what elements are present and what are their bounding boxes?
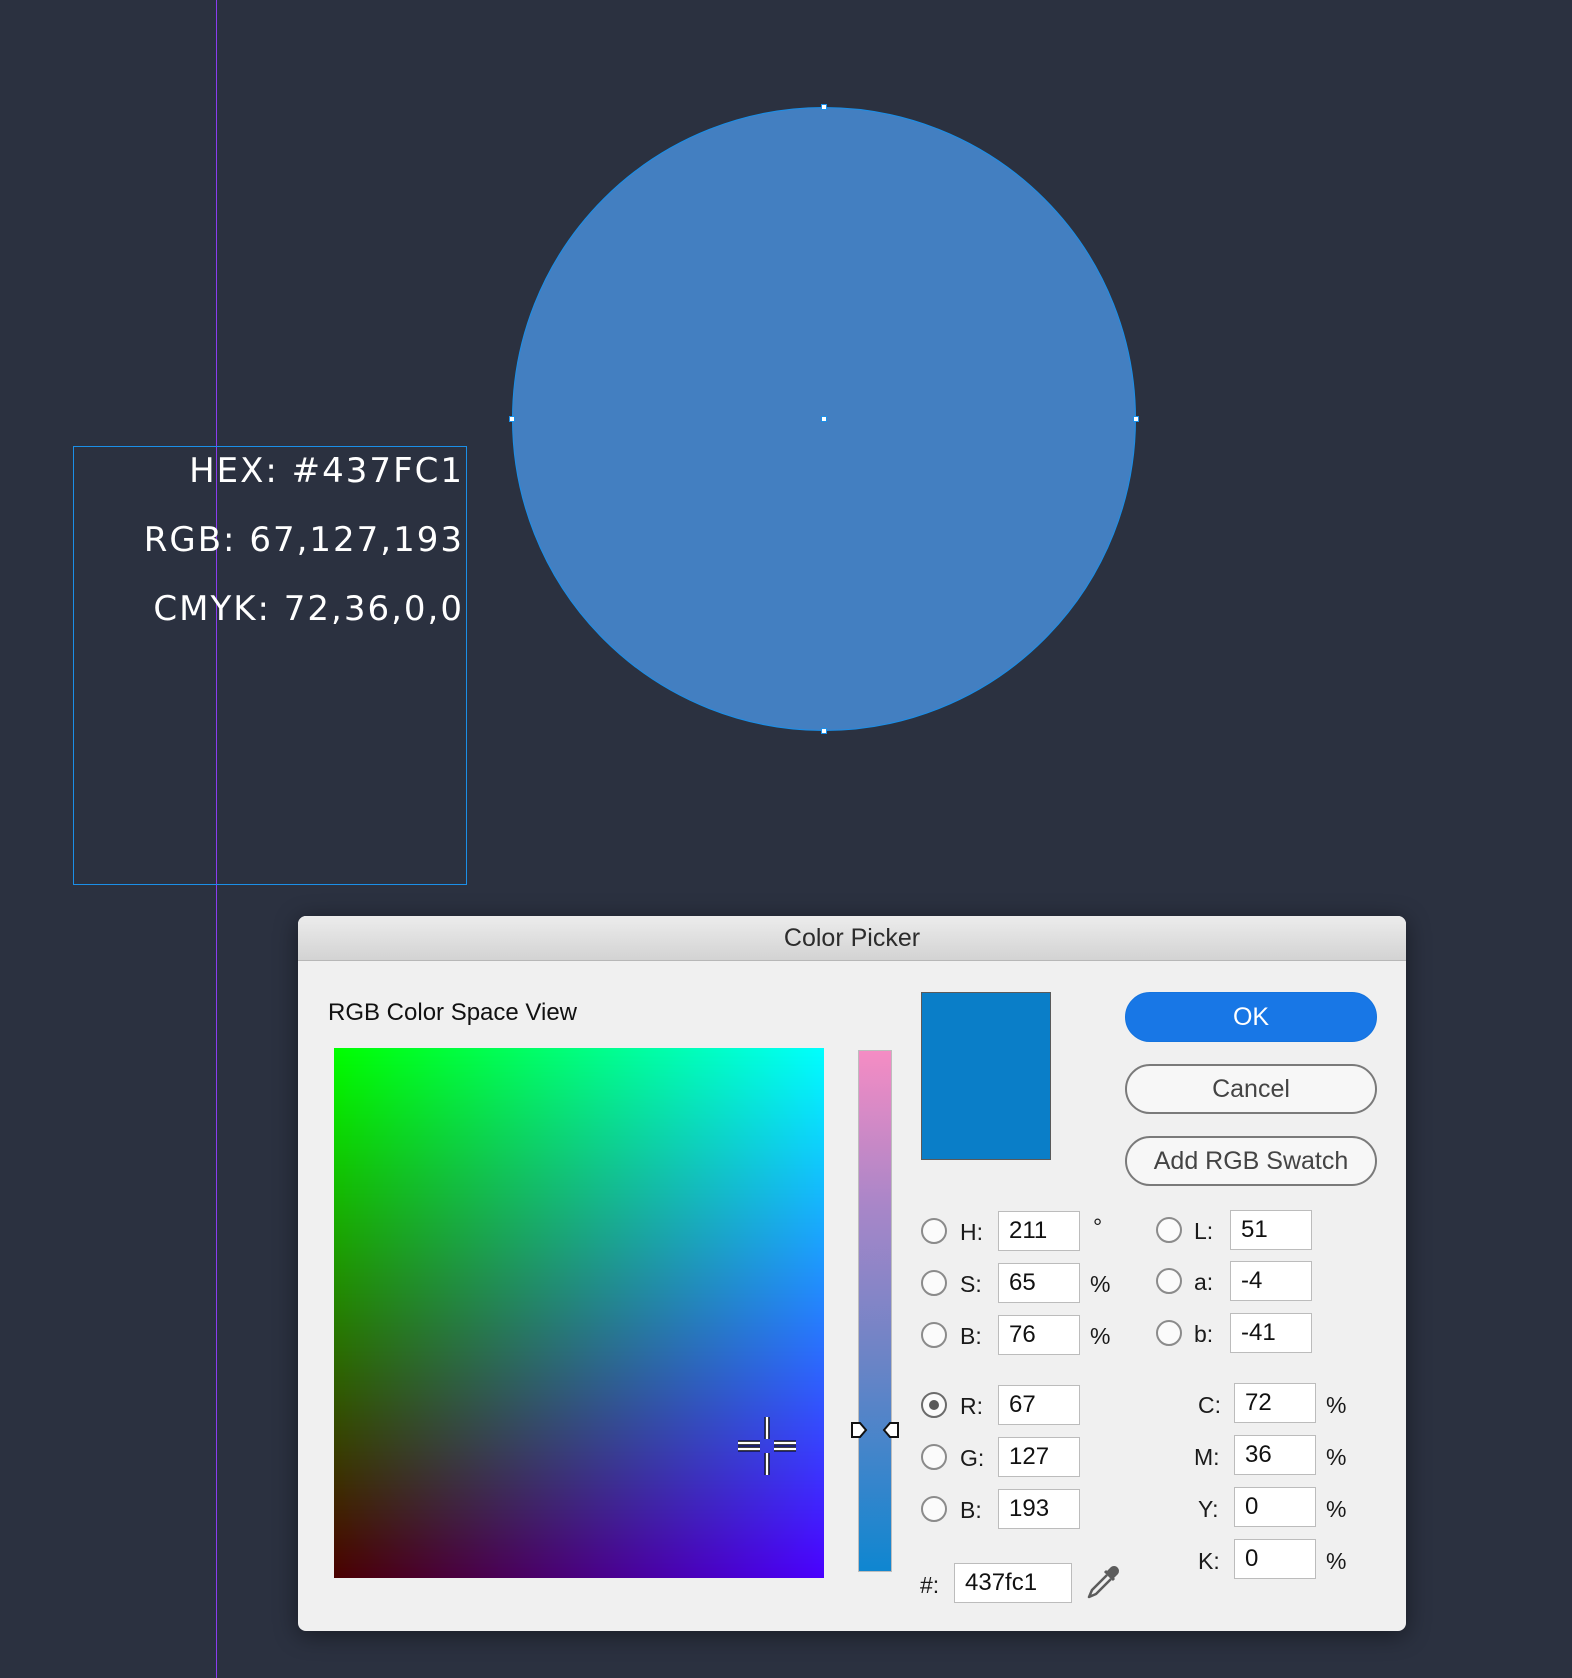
cancel-button[interactable]: Cancel [1125, 1064, 1377, 1114]
color-field[interactable] [334, 1048, 824, 1578]
label-lab-b: b: [1194, 1321, 1214, 1347]
color-slider[interactable] [858, 1050, 892, 1572]
input-r[interactable]: 67 [998, 1385, 1080, 1425]
slider-right-marker-icon[interactable] [882, 1421, 900, 1439]
input-h[interactable]: 211 [998, 1211, 1080, 1251]
radio-rgb-b[interactable] [921, 1496, 947, 1522]
input-rgb-b[interactable]: 193 [998, 1489, 1080, 1529]
unit-percent-m: % [1326, 1444, 1347, 1470]
radio-lab-b[interactable] [1156, 1320, 1182, 1346]
crosshair-icon [738, 1417, 796, 1475]
color-space-view-label: RGB Color Space View [328, 999, 577, 1026]
add-rgb-swatch-button[interactable]: Add RGB Swatch [1125, 1136, 1377, 1186]
radio-l[interactable] [1156, 1217, 1182, 1243]
radio-r[interactable] [921, 1392, 947, 1418]
anchor-center [821, 416, 827, 422]
label-hsb-b: B: [960, 1323, 982, 1349]
radio-h[interactable] [921, 1218, 947, 1244]
input-m[interactable]: 36 [1234, 1435, 1316, 1475]
unit-percent-b: % [1090, 1323, 1111, 1349]
hex-info-text[interactable]: HEX: #437FC1 [189, 454, 464, 488]
input-a[interactable]: -4 [1230, 1261, 1312, 1301]
color-picker-dialog: Color Picker RGB Color Space View OK Can… [298, 916, 1406, 1631]
label-y: Y: [1198, 1496, 1219, 1522]
radio-g[interactable] [921, 1444, 947, 1470]
text-frame[interactable]: HEX: #437FC1 RGB: 67,127,193 CMYK: 72,36… [73, 446, 467, 885]
unit-percent-c: % [1326, 1392, 1347, 1418]
rgb-info-text[interactable]: RGB: 67,127,193 [144, 523, 464, 557]
label-hex: #: [920, 1572, 940, 1598]
eyedropper-icon[interactable] [1083, 1563, 1123, 1603]
input-hex[interactable]: 437fc1 [954, 1563, 1072, 1603]
label-c: C: [1198, 1392, 1221, 1418]
label-s: S: [960, 1271, 982, 1297]
input-lab-b[interactable]: -41 [1230, 1313, 1312, 1353]
label-l: L: [1194, 1218, 1214, 1244]
unit-percent-s: % [1090, 1271, 1111, 1297]
radio-a[interactable] [1156, 1268, 1182, 1294]
unit-percent-k: % [1326, 1548, 1347, 1574]
radio-hsb-b[interactable] [921, 1322, 947, 1348]
label-k: K: [1198, 1548, 1220, 1574]
ok-button[interactable]: OK [1125, 992, 1377, 1042]
label-a: a: [1194, 1269, 1214, 1295]
label-r: R: [960, 1393, 983, 1419]
anchor-bottom[interactable] [821, 728, 827, 734]
input-g[interactable]: 127 [998, 1437, 1080, 1477]
cmyk-info-text[interactable]: CMYK: 72,36,0,0 [153, 592, 464, 626]
unit-percent-y: % [1326, 1496, 1347, 1522]
new-color-swatch [921, 992, 1051, 1160]
label-g: G: [960, 1445, 985, 1471]
input-k[interactable]: 0 [1234, 1539, 1316, 1579]
label-h: H: [960, 1219, 983, 1245]
input-l[interactable]: 51 [1230, 1210, 1312, 1250]
anchor-top[interactable] [821, 104, 827, 110]
input-c[interactable]: 72 [1234, 1383, 1316, 1423]
label-rgb-b: B: [960, 1497, 982, 1523]
unit-degree: ° [1093, 1214, 1103, 1240]
anchor-right[interactable] [1133, 416, 1139, 422]
input-hsb-b[interactable]: 76 [998, 1315, 1080, 1355]
anchor-left[interactable] [509, 416, 515, 422]
dialog-title[interactable]: Color Picker [298, 916, 1406, 961]
input-y[interactable]: 0 [1234, 1487, 1316, 1527]
slider-left-marker-icon[interactable] [850, 1421, 868, 1439]
radio-s[interactable] [921, 1270, 947, 1296]
input-s[interactable]: 65 [998, 1263, 1080, 1303]
label-m: M: [1194, 1444, 1220, 1470]
